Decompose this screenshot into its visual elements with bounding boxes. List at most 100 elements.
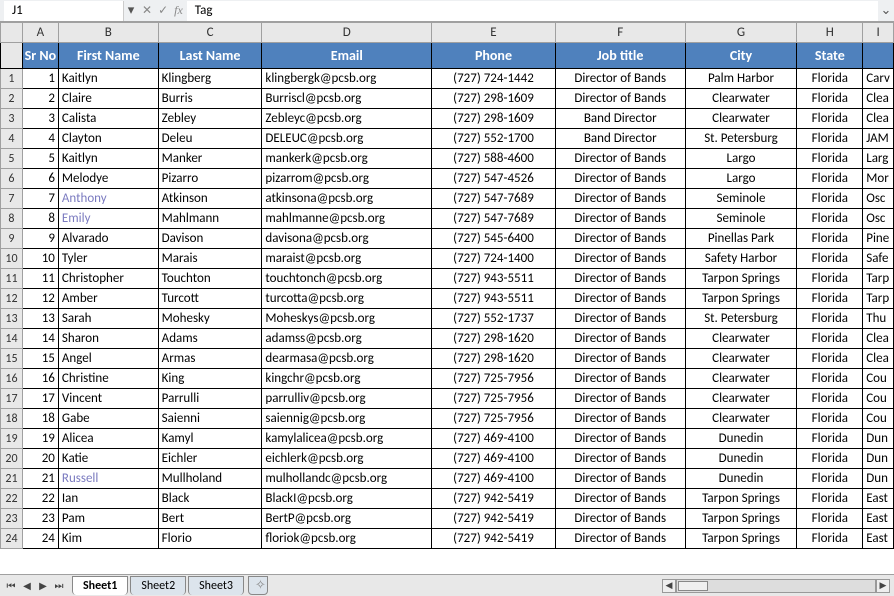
cell[interactable]: 8 <box>22 209 58 229</box>
cell[interactable]: Director of Bands <box>555 529 685 549</box>
col-header-G[interactable]: G <box>685 23 797 43</box>
cell[interactable]: touchtonch@pcsb.org <box>262 269 432 289</box>
cell[interactable]: Director of Bands <box>555 509 685 529</box>
cell[interactable]: Director of Bands <box>555 149 685 169</box>
cell[interactable]: Seminole <box>685 189 797 209</box>
cell[interactable]: Director of Bands <box>555 229 685 249</box>
cell[interactable]: 7 <box>22 189 58 209</box>
row-header[interactable]: 13 <box>1 309 23 329</box>
horizontal-scrollbar[interactable] <box>676 579 876 593</box>
cell[interactable]: Director of Bands <box>555 389 685 409</box>
cell[interactable]: (727) 298-1609 <box>432 89 556 109</box>
cell[interactable]: mankerk@pcsb.org <box>262 149 432 169</box>
header-cell[interactable]: Email <box>262 43 432 69</box>
cell[interactable]: 23 <box>22 509 58 529</box>
row-header[interactable]: 16 <box>1 369 23 389</box>
cell[interactable]: kingchr@pcsb.org <box>262 369 432 389</box>
cell[interactable]: Tarpon Springs <box>685 289 797 309</box>
cell[interactable]: (727) 725-7956 <box>432 369 556 389</box>
cell[interactable]: Clearwater <box>685 329 797 349</box>
cell[interactable]: Mor <box>863 169 894 189</box>
cell[interactable]: 2 <box>22 89 58 109</box>
cell[interactable]: Dunedin <box>685 469 797 489</box>
cell[interactable]: eichlerk@pcsb.org <box>262 449 432 469</box>
cell[interactable]: turcotta@pcsb.org <box>262 289 432 309</box>
cell[interactable]: 22 <box>22 489 58 509</box>
tab-nav-first-icon[interactable]: ⏮ <box>4 578 18 594</box>
cell[interactable]: Touchton <box>158 269 262 289</box>
cell[interactable]: Clea <box>863 349 894 369</box>
cell[interactable]: Tarpon Springs <box>685 509 797 529</box>
cell[interactable]: Mohesky <box>158 309 262 329</box>
row-header[interactable]: 3 <box>1 109 23 129</box>
cell[interactable]: Largo <box>685 169 797 189</box>
cell[interactable]: 15 <box>22 349 58 369</box>
cell[interactable]: (727) 725-7956 <box>432 389 556 409</box>
cell[interactable]: Florida <box>797 529 863 549</box>
cell[interactable]: Florida <box>797 189 863 209</box>
cell[interactable]: Director of Bands <box>555 349 685 369</box>
cell[interactable]: Turcott <box>158 289 262 309</box>
cell[interactable]: 5 <box>22 149 58 169</box>
cell[interactable]: Thu <box>863 309 894 329</box>
header-cell[interactable]: Phone <box>432 43 556 69</box>
cell[interactable]: 10 <box>22 249 58 269</box>
header-cell[interactable]: Sr No <box>22 43 58 69</box>
cell[interactable]: Christine <box>58 369 158 389</box>
cell[interactable]: Clea <box>863 89 894 109</box>
cell[interactable]: Deleu <box>158 129 262 149</box>
cell[interactable]: Director of Bands <box>555 289 685 309</box>
cell[interactable]: Safe <box>863 249 894 269</box>
col-header-H[interactable]: H <box>797 23 863 43</box>
fx-icon[interactable]: fx <box>174 3 183 18</box>
row-header[interactable]: 8 <box>1 209 23 229</box>
header-cell[interactable]: State <box>797 43 863 69</box>
cell[interactable]: Clea <box>863 109 894 129</box>
col-header-A[interactable]: A <box>22 23 58 43</box>
cell[interactable]: Florida <box>797 129 863 149</box>
cell[interactable]: Florida <box>797 469 863 489</box>
tab-nav-last-icon[interactable]: ⏭ <box>52 578 66 594</box>
row-header[interactable]: 24 <box>1 529 23 549</box>
cell[interactable]: Band Director <box>555 129 685 149</box>
row-header[interactable]: 20 <box>1 449 23 469</box>
cell[interactable]: parrulliv@pcsb.org <box>262 389 432 409</box>
cell[interactable]: Melodye <box>58 169 158 189</box>
hscroll-right-icon[interactable]: ▶ <box>876 579 890 593</box>
header-cell[interactable]: Last Name <box>158 43 262 69</box>
cell[interactable]: East <box>863 509 894 529</box>
cell[interactable]: Florida <box>797 289 863 309</box>
cell[interactable]: (727) 942-5419 <box>432 509 556 529</box>
cell[interactable]: maraist@pcsb.org <box>262 249 432 269</box>
cell[interactable]: Moheskys@pcsb.org <box>262 309 432 329</box>
row-header[interactable]: 4 <box>1 129 23 149</box>
cell[interactable]: Anthony <box>58 189 158 209</box>
cell[interactable]: Florida <box>797 169 863 189</box>
cell[interactable]: Palm Harbor <box>685 69 797 89</box>
cell[interactable]: Tyler <box>58 249 158 269</box>
cell[interactable]: St. Petersburg <box>685 309 797 329</box>
cell[interactable]: Russell <box>58 469 158 489</box>
sheet-tab-sheet1[interactable]: Sheet1 <box>72 576 128 595</box>
cell[interactable]: (727) 298-1620 <box>432 329 556 349</box>
cell[interactable]: St. Petersburg <box>685 129 797 149</box>
cell[interactable]: Director of Bands <box>555 269 685 289</box>
cell[interactable]: Dun <box>863 469 894 489</box>
cell[interactable]: Florida <box>797 509 863 529</box>
cell[interactable]: Tarp <box>863 269 894 289</box>
cell[interactable]: Band Director <box>555 109 685 129</box>
sheet-tab-sheet3[interactable]: Sheet3 <box>188 576 244 595</box>
cell[interactable]: King <box>158 369 262 389</box>
cell[interactable]: 9 <box>22 229 58 249</box>
cell[interactable]: pizarrom@pcsb.org <box>262 169 432 189</box>
cell[interactable]: Pam <box>58 509 158 529</box>
cell[interactable]: Sharon <box>58 329 158 349</box>
cell[interactable]: Safety Harbor <box>685 249 797 269</box>
row-header[interactable]: 1 <box>1 69 23 89</box>
cell[interactable]: 17 <box>22 389 58 409</box>
hscroll-left-icon[interactable]: ◀ <box>662 579 676 593</box>
cell[interactable]: Bert <box>158 509 262 529</box>
cell[interactable]: adamss@pcsb.org <box>262 329 432 349</box>
cell[interactable]: Ian <box>58 489 158 509</box>
cell[interactable]: Florida <box>797 349 863 369</box>
